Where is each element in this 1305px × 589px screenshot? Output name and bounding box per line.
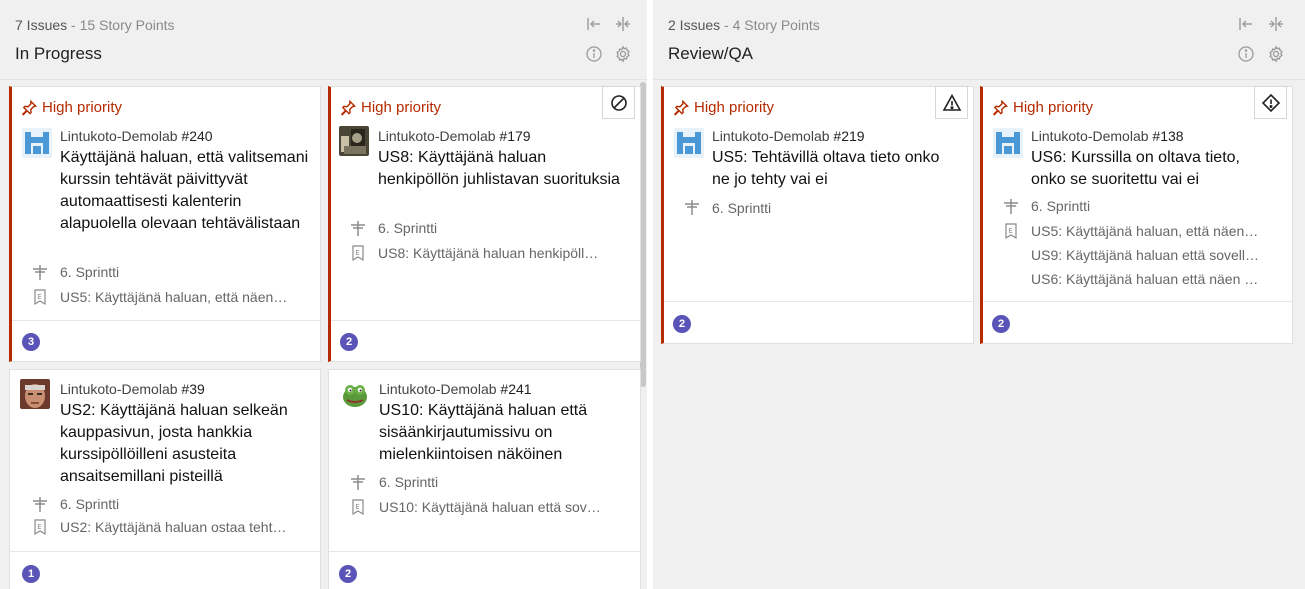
milestone-icon — [349, 219, 367, 237]
column-header: 7 Issues - 15 Story Points In Progress — [0, 0, 647, 80]
linked-story[interactable]: US8: Käyttäjänä haluan henkipöll… — [378, 245, 633, 261]
stats-separator: - — [724, 17, 729, 33]
pin-icon — [340, 99, 357, 116]
blocked-icon[interactable] — [602, 86, 635, 119]
story-points-badge: 1 — [22, 565, 40, 583]
story-points-badge: 3 — [22, 333, 40, 351]
svg-text:E: E — [37, 523, 41, 531]
settings-icon[interactable] — [1267, 45, 1285, 63]
project-id[interactable]: Lintukoto-Demolab #39 — [60, 381, 205, 397]
story-points: 15 Story Points — [79, 17, 175, 33]
story-icon: E — [31, 518, 49, 536]
svg-text:E: E — [1008, 227, 1012, 235]
sprint-label: 6. Sprintti — [60, 264, 120, 280]
sprint-label: 6. Sprintti — [378, 220, 438, 236]
stats-separator: - — [71, 17, 76, 33]
column-title: Review/QA — [668, 44, 754, 63]
pin-icon — [673, 99, 690, 116]
linked-story[interactable]: US5: Käyttäjänä haluan, että näen… — [1031, 223, 1286, 239]
svg-text:E: E — [355, 503, 359, 511]
linked-story[interactable]: US2: Käyttäjänä haluan ostaa teht… — [60, 519, 315, 535]
board: 7 Issues - 15 Story Points In Progress 2… — [0, 0, 1305, 589]
project-id[interactable]: Lintukoto-Demolab #240 — [60, 128, 213, 144]
story-points-badge: 2 — [992, 315, 1010, 333]
info-icon[interactable] — [585, 45, 603, 63]
column-header: 2 Issues - 4 Story Points Review/QA — [653, 0, 1305, 80]
pin-icon — [21, 99, 38, 116]
story-points-badge: 2 — [673, 315, 691, 333]
warning-icon[interactable] — [935, 86, 968, 119]
priority-label: High priority — [21, 99, 122, 116]
project-id[interactable]: Lintukoto-Demolab #241 — [379, 381, 532, 397]
story-icon: E — [1002, 222, 1020, 240]
user-avatar — [339, 126, 369, 156]
issue-card-240[interactable]: High priority Lintukoto-Demolab #240 Käy… — [9, 86, 321, 362]
milestone-icon — [31, 495, 49, 513]
pin-icon — [992, 99, 1009, 116]
column-stats: 2 Issues - 4 Story Points — [668, 17, 820, 33]
issue-title[interactable]: US6: Kurssilla on oltava tieto, onko se … — [1031, 147, 1271, 191]
milestone-icon — [349, 473, 367, 491]
collapse-icon[interactable] — [1267, 15, 1285, 33]
user-avatar — [340, 379, 370, 409]
project-id[interactable]: Lintukoto-Demolab #219 — [712, 128, 865, 144]
issue-card-241[interactable]: Lintukoto-Demolab #241 US10: Käyttäjänä … — [328, 369, 641, 589]
project-avatar — [22, 128, 52, 158]
card-divider — [329, 551, 640, 552]
story-points: 4 Story Points — [732, 17, 820, 33]
card-divider — [664, 301, 973, 302]
issue-title[interactable]: Käyttäjänä haluan, että valitsemani kurs… — [60, 147, 310, 235]
issue-card-138[interactable]: High priority Lintukoto-Demolab #138 US6… — [980, 86, 1293, 344]
priority-label: High priority — [340, 99, 441, 116]
issue-title[interactable]: US5: Tehtävillä oltava tieto onko ne jo … — [712, 147, 942, 191]
column-stats: 7 Issues - 15 Story Points — [15, 17, 175, 33]
sprint-label: 6. Sprintti — [712, 200, 772, 216]
card-divider — [12, 320, 320, 321]
issue-title[interactable]: US8: Käyttäjänä haluan henkipöllön juhli… — [378, 147, 628, 191]
priority-label: High priority — [673, 99, 774, 116]
settings-icon[interactable] — [614, 45, 632, 63]
issue-title[interactable]: US2: Käyttäjänä haluan selkeän kauppasiv… — [60, 400, 300, 488]
milestone-icon — [31, 263, 49, 281]
issue-card-179[interactable]: High priority Lintukoto-Demolab #179 US8… — [328, 86, 641, 362]
issue-count: 2 Issues — [668, 17, 721, 33]
card-divider — [10, 551, 320, 552]
milestone-icon — [683, 198, 701, 216]
story-icon: E — [349, 498, 367, 516]
project-avatar — [674, 128, 704, 158]
milestone-icon — [1002, 197, 1020, 215]
collapse-left-icon[interactable] — [585, 15, 603, 33]
linked-story[interactable]: US6: Käyttäjänä haluan että näen … — [1031, 271, 1286, 287]
story-icon: E — [349, 244, 367, 262]
sprint-label: 6. Sprintti — [1031, 198, 1091, 214]
issue-count: 7 Issues — [15, 17, 68, 33]
card-divider — [331, 320, 640, 321]
priority-label: High priority — [992, 99, 1093, 116]
collapse-icon[interactable] — [614, 15, 632, 33]
project-id[interactable]: Lintukoto-Demolab #138 — [1031, 128, 1184, 144]
issue-card-219[interactable]: High priority Lintukoto-Demolab #219 US5… — [661, 86, 974, 344]
project-avatar — [993, 128, 1023, 158]
user-avatar — [20, 379, 50, 409]
project-id[interactable]: Lintukoto-Demolab #179 — [378, 128, 531, 144]
story-points-badge: 2 — [340, 333, 358, 351]
svg-text:E: E — [37, 293, 41, 301]
story-points-badge: 2 — [339, 565, 357, 583]
issue-card-39[interactable]: Lintukoto-Demolab #39 US2: Käyttäjänä ha… — [9, 369, 321, 589]
linked-story[interactable]: US9: Käyttäjänä haluan että sovell… — [1031, 247, 1286, 263]
story-icon: E — [31, 288, 49, 306]
linked-story[interactable]: US5: Käyttäjänä haluan, että näen… — [60, 289, 315, 305]
linked-story[interactable]: US10: Käyttäjänä haluan että sov… — [379, 499, 634, 515]
svg-text:E: E — [355, 249, 359, 257]
collapse-left-icon[interactable] — [1237, 15, 1255, 33]
sprint-label: 6. Sprintti — [60, 496, 120, 512]
info-icon[interactable] — [1237, 45, 1255, 63]
sprint-label: 6. Sprintti — [379, 474, 439, 490]
issue-title[interactable]: US10: Käyttäjänä haluan että sisäänkirja… — [379, 400, 624, 466]
alert-diamond-icon[interactable] — [1254, 86, 1287, 119]
column-title: In Progress — [15, 44, 102, 63]
card-divider — [983, 301, 1292, 302]
